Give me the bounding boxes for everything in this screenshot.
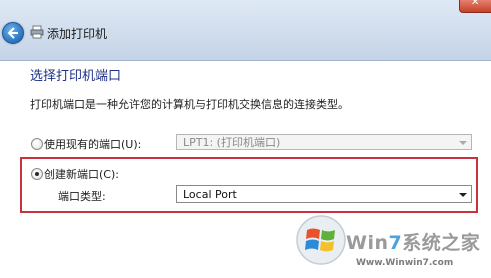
brand-win: Win <box>346 232 389 254</box>
back-arrow-icon <box>7 27 18 39</box>
watermark-brand: Win7系统之家 <box>346 228 480 255</box>
brand-seven: 7 <box>388 232 403 254</box>
brand-rest: 系统之家 <box>402 232 481 254</box>
existing-port-radio[interactable] <box>31 138 43 150</box>
window-title: 添加打印机 <box>47 27 108 41</box>
existing-port-select[interactable]: LPT1: (打印机端口) <box>176 134 472 150</box>
existing-port-value: LPT1: (打印机端口) <box>183 136 281 149</box>
back-button[interactable] <box>2 22 24 44</box>
title-bar: 添加打印机 ✕ <box>0 0 491 61</box>
close-button[interactable]: ✕ <box>459 0 491 13</box>
port-type-label: 端口类型: <box>58 190 106 203</box>
port-type-value: Local Port <box>183 188 237 201</box>
chevron-down-icon <box>459 193 467 197</box>
existing-port-label: 使用现有的端口(U): <box>44 138 142 151</box>
page-description: 打印机端口是一种允许您的计算机与打印机交换信息的连接类型。 <box>30 98 349 111</box>
new-port-label: 创建新端口(C): <box>44 168 119 181</box>
new-port-radio[interactable] <box>31 168 43 180</box>
chevron-down-icon <box>459 141 467 145</box>
port-type-select[interactable]: Local Port <box>176 185 472 203</box>
page-heading: 选择打印机端口 <box>30 69 122 84</box>
watermark-url: Www.Winwin7.com <box>356 258 454 268</box>
windows-logo-icon <box>296 215 346 265</box>
close-icon: ✕ <box>471 0 480 8</box>
printer-icon <box>30 25 44 39</box>
